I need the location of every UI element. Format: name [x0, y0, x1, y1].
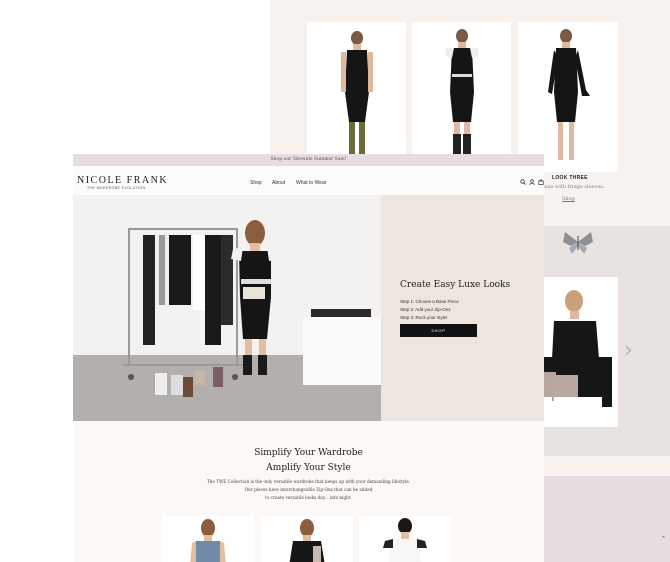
announcement-bar[interactable]: Shop our Sitewide Summer Sale! — [73, 154, 544, 166]
product-label: LOOK THREE — [552, 175, 588, 181]
section-body-line-1: The TWE Collection is the only versatile… — [206, 479, 411, 484]
next-arrow-icon[interactable]: › — [624, 340, 633, 362]
section-title-line-2: Amplify Your Style — [266, 463, 351, 473]
header-nav: NICOLE FRANK THE WARDROBE EVOLUTION Shop… — [73, 166, 544, 195]
product-thumb-2[interactable] — [261, 516, 353, 562]
product-image — [190, 519, 226, 562]
promo-band — [544, 476, 670, 562]
product-thumb-1[interactable] — [162, 516, 254, 562]
hero-banner: Create Easy Luxe Looks Step 1: Choose a … — [73, 195, 544, 421]
logo-tagline: THE WARDROBE EVOLUTION — [87, 186, 146, 190]
hero-shop-button[interactable]: SHOP — [400, 324, 477, 337]
section-body-line-3: to create versatile looks day... into ni… — [265, 495, 352, 500]
product-image — [445, 29, 479, 154]
product-card-look-one[interactable] — [307, 22, 406, 172]
nav-shop[interactable]: Shop — [250, 180, 262, 186]
nav-what-to-wear[interactable]: What to Wear — [296, 180, 326, 186]
section-body-line-2: Our pieces have interchangeable Zip-Ons … — [244, 487, 373, 492]
logo[interactable]: NICOLE FRANK — [77, 175, 168, 186]
hero-title: Create Easy Luxe Looks — [400, 280, 511, 290]
hero-step-3: Step 3: Rock your style! — [400, 315, 448, 320]
product-image — [548, 29, 590, 160]
search-icon[interactable] — [520, 179, 526, 185]
product-image — [289, 519, 325, 562]
product-image — [341, 31, 373, 157]
homepage-window: Shop our Sitewide Summer Sale! NICOLE FR… — [73, 154, 544, 562]
product-image — [383, 518, 427, 562]
product-card-look-two[interactable] — [412, 22, 511, 172]
account-icon[interactable] — [529, 179, 535, 185]
butterfly-icon — [563, 232, 593, 254]
product-card-sweater[interactable] — [544, 277, 618, 427]
product-note: Luxe with fringe sleeves. — [541, 184, 605, 190]
product-thumb-3[interactable] — [359, 516, 451, 562]
nav-about[interactable]: About — [272, 180, 285, 186]
product-card-look-three[interactable] — [518, 22, 618, 172]
shop-link[interactable]: Shop — [562, 196, 575, 202]
hero-image — [73, 195, 381, 421]
section-title-line-1: Simplify Your Wardrobe — [254, 448, 363, 458]
hero-step-1: Step 1: Choose a Base Piece — [400, 299, 459, 304]
hero-step-2: Step 2: Add your Zip-Ons — [400, 307, 451, 312]
cart-icon[interactable] — [538, 179, 544, 185]
footer-mark: « — [662, 534, 666, 540]
product-image — [544, 290, 612, 427]
